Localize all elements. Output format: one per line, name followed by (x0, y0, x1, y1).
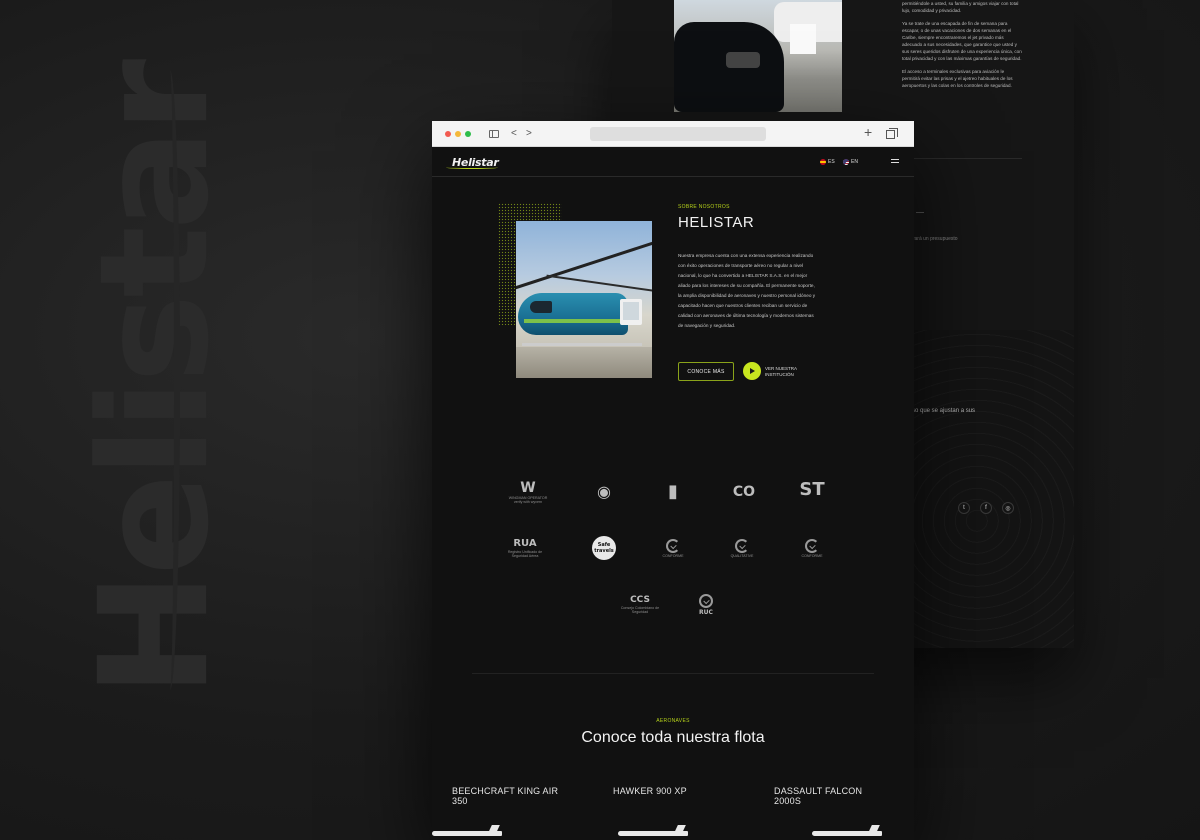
iso-cert-2-logo: QUALITATIVE (720, 531, 764, 565)
st-logo: ST (790, 473, 834, 507)
site-header: Helistar ES EN (432, 147, 914, 177)
cert-caption: WINGMAN OPERATOR verify with wyvern (508, 495, 548, 504)
sidebar-toggle-icon[interactable] (489, 130, 499, 138)
helicopter-stripe (524, 319, 624, 323)
section-divider (472, 673, 874, 674)
browser-chrome: < > + (432, 121, 914, 147)
ruc-ring-icon (699, 594, 713, 608)
cert-glyph: CO (732, 484, 756, 500)
about-eyebrow: SOBRE NOSOTROS (678, 204, 730, 210)
cert-glyph: CCS (630, 595, 650, 605)
learn-more-button[interactable]: CONOCE MÁS (678, 362, 734, 381)
ruc-logo: RUC (684, 588, 728, 622)
us-flag-icon (843, 159, 849, 165)
aircraft-image (432, 825, 502, 840)
fleet-title: Conoce toda nuestra flota (581, 729, 765, 746)
play-icon (750, 368, 755, 374)
es-flag-icon (820, 159, 826, 165)
aircraft-card-title[interactable]: BEECHCRAFT KING AIR 350 (452, 786, 572, 806)
back-short-line (916, 212, 924, 213)
co-logo: CO (722, 475, 766, 509)
iso-cert-1-logo: CONFORME (651, 531, 695, 565)
iso-cert-3-logo: CONFORME (790, 531, 834, 565)
helicopter-photo (516, 221, 652, 378)
minimize-window-dot[interactable] (455, 131, 461, 137)
seal-logo: ◉ (582, 475, 626, 509)
back-text-fragment: so que se ajustan a sus (912, 408, 976, 414)
cert-glyph: W (520, 479, 536, 496)
cert-caption: QUALITATIVE (730, 553, 754, 558)
rotor-blade (546, 274, 652, 294)
check-ring-icon (666, 538, 680, 553)
helistar-watermark: Helistar (40, 60, 270, 700)
aircraft-image (812, 825, 882, 840)
twitter-icon[interactable]: t (958, 502, 970, 514)
language-code: EN (851, 159, 858, 165)
helicopter-skid (522, 343, 642, 346)
back-paragraph: El acceso a terminales exclusivas para a… (902, 69, 1013, 88)
cert-glyph: RUA (513, 537, 537, 549)
about-title: HELISTAR (678, 214, 755, 231)
rotor-blade (516, 241, 652, 292)
address-bar[interactable] (590, 127, 766, 141)
hamburger-icon[interactable] (891, 159, 899, 165)
facebook-icon[interactable]: f (980, 502, 992, 514)
back-small-text: vará un presupuesto (912, 236, 958, 242)
cert-caption: Registro Unificado de Seguridad Aérea (507, 549, 543, 558)
forward-arrow-icon[interactable]: > (526, 127, 532, 141)
back-paragraph: Ya se trate de una escapada de fin de se… (902, 21, 1022, 61)
back-arrow-icon[interactable]: < (511, 127, 517, 141)
close-window-dot[interactable] (445, 131, 451, 137)
helicopter-door (620, 299, 642, 325)
play-video-button[interactable] (743, 362, 761, 380)
helicopter-window (530, 301, 552, 313)
helicopter-body (518, 293, 628, 335)
video-label[interactable]: VER NUESTRA INSTITUCIÓN (765, 366, 805, 378)
car-grill-shape (726, 52, 760, 68)
cert-glyph: Safe travels (592, 536, 616, 560)
browser-window: < > + Helistar ES EN SOBRE NOSOTROS HELI… (432, 121, 914, 840)
fleet-eyebrow: AERONAVES (656, 718, 690, 724)
back-page-text: permitiéndole a usted, su familia y amig… (902, 0, 1022, 95)
cert-caption: CONFORME (662, 553, 684, 558)
rua-logo: RUA Registro Unificado de Seguridad Aére… (500, 531, 550, 565)
aircraft-card-title[interactable]: HAWKER 900 XP (613, 786, 733, 796)
aircraft-card-title[interactable]: DASSAULT FALCON 2000S (774, 786, 874, 806)
tarmac (516, 347, 652, 378)
wyvern-operator-logo: W WINGMAN OPERATOR verify with wyvern (506, 475, 550, 509)
instagram-icon[interactable]: ◎ (1002, 502, 1014, 514)
language-code: ES (828, 159, 835, 165)
new-tab-icon[interactable]: + (864, 125, 872, 139)
check-ring-icon (805, 538, 819, 553)
watermark-text: Helistar (68, 62, 243, 698)
language-es[interactable]: ES (820, 159, 835, 165)
stairs-shape (790, 24, 816, 54)
tab-overview-icon[interactable] (886, 128, 898, 139)
cert-glyph: ◉ (597, 482, 611, 501)
logo-swoosh (446, 166, 498, 169)
ccs-logo: CCS Consejo Colombiano de Seguridad (615, 588, 665, 622)
cert-glyph: RUC (699, 609, 713, 616)
check-ring-icon (735, 538, 749, 553)
language-en[interactable]: EN (843, 159, 858, 165)
back-social-links: t f ◎ (958, 502, 1014, 514)
back-paragraph: permitiéndole a usted, su familia y amig… (902, 1, 1019, 13)
bookmark-badge-logo: ▮ (651, 475, 695, 509)
cert-caption: CONFORME (801, 553, 823, 558)
cert-caption: Consejo Colombiano de Seguridad (620, 606, 660, 614)
aircraft-image (618, 825, 688, 840)
about-body: Nuestra empresa cuenta con una extensa e… (678, 253, 816, 328)
watermark-swoosh (160, 70, 180, 690)
topographic-pattern (912, 330, 1074, 648)
safe-travels-logo: Safe travels (582, 531, 626, 565)
cert-glyph: ST (799, 479, 825, 500)
cert-glyph: ▮ (668, 481, 678, 502)
back-divider (902, 158, 1022, 159)
maximize-window-dot[interactable] (465, 131, 471, 137)
car-jet-photo (674, 0, 842, 112)
